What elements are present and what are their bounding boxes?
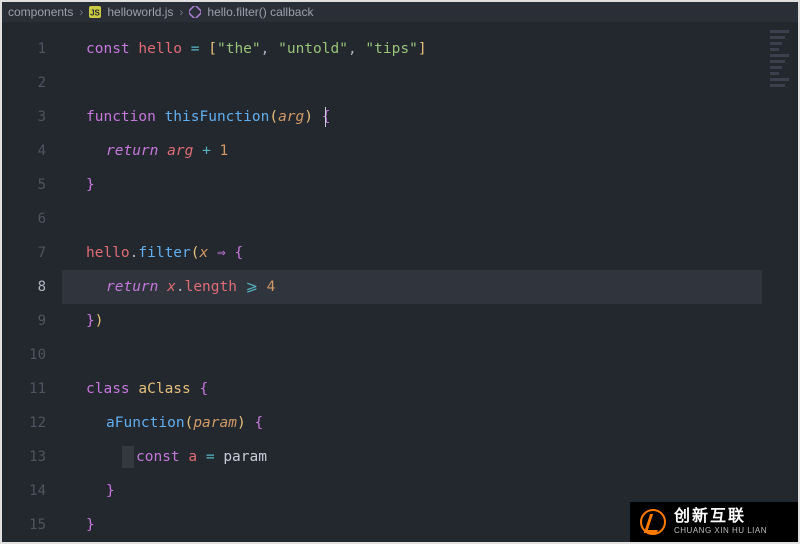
code-line[interactable]: return arg + 1: [62, 134, 798, 168]
code-line[interactable]: function thisFunction(arg) {: [62, 100, 798, 134]
chevron-right-icon: ›: [179, 5, 183, 19]
code-line[interactable]: [62, 202, 798, 236]
method-icon: [189, 6, 201, 18]
line-number: 1: [2, 32, 62, 66]
breadcrumb-folder[interactable]: components: [8, 5, 73, 19]
code-line-current[interactable]: return x.length ⩾ 4: [62, 270, 762, 304]
code-line[interactable]: [62, 338, 798, 372]
code-editor[interactable]: 1 2 3 4 5 6 7 8 9 10 11 12 13 14 15 cons…: [2, 22, 798, 542]
text-cursor: [325, 107, 326, 127]
watermark-badge: 创新互联 CHUANG XIN HU LIAN: [630, 502, 798, 542]
inline-selection: [122, 446, 134, 468]
editor-window: components › JS helloworld.js › hello.fi…: [0, 0, 800, 544]
line-number: 12: [2, 406, 62, 440]
code-line[interactable]: const a = param: [62, 440, 798, 474]
line-number: 5: [2, 168, 62, 202]
line-number: 9: [2, 304, 62, 338]
line-number: 10: [2, 338, 62, 372]
line-number: 3: [2, 100, 62, 134]
line-number: 6: [2, 202, 62, 236]
line-number-current: 8: [2, 270, 62, 304]
line-number-gutter: 1 2 3 4 5 6 7 8 9 10 11 12 13 14 15: [2, 22, 62, 542]
breadcrumb-symbol[interactable]: hello.filter() callback: [207, 5, 313, 19]
watermark-text-cn: 创新互联: [674, 509, 767, 525]
line-number: 4: [2, 134, 62, 168]
code-line[interactable]: aFunction(param) {: [62, 406, 798, 440]
code-line[interactable]: }: [62, 168, 798, 202]
line-number: 15: [2, 508, 62, 542]
breadcrumb[interactable]: components › JS helloworld.js › hello.fi…: [2, 2, 798, 22]
code-line[interactable]: hello.filter(x ⇒ {: [62, 236, 798, 270]
code-line[interactable]: class aClass {: [62, 372, 798, 406]
code-line[interactable]: }): [62, 304, 798, 338]
chevron-right-icon: ›: [79, 5, 83, 19]
line-number: 13: [2, 440, 62, 474]
line-number: 7: [2, 236, 62, 270]
breadcrumb-file[interactable]: helloworld.js: [107, 5, 173, 19]
line-number: 11: [2, 372, 62, 406]
svg-text:JS: JS: [90, 9, 100, 18]
code-area[interactable]: const hello = ["the", "untold", "tips"] …: [62, 22, 798, 542]
js-file-icon: JS: [89, 6, 101, 18]
line-number: 14: [2, 474, 62, 508]
code-line[interactable]: const hello = ["the", "untold", "tips"]: [62, 32, 798, 66]
code-line[interactable]: [62, 66, 798, 100]
watermark-text-en: CHUANG XIN HU LIAN: [674, 527, 767, 535]
watermark-logo-icon: [640, 509, 666, 535]
line-number: 2: [2, 66, 62, 100]
